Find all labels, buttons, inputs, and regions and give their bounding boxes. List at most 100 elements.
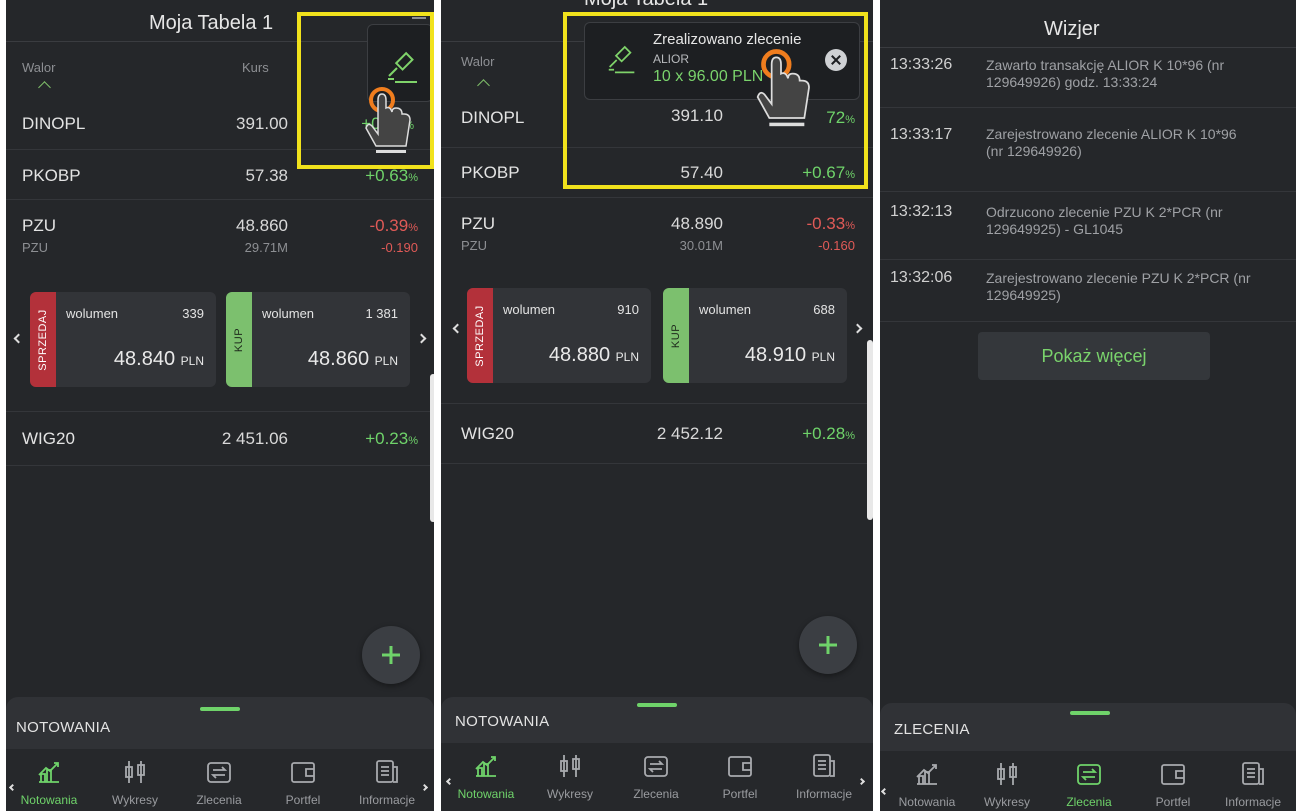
row-symbol: PZU bbox=[22, 216, 56, 235]
orderbook-next-icon[interactable] bbox=[852, 323, 863, 334]
candlestick-icon bbox=[125, 761, 145, 783]
bottom-sheet[interactable]: NOTOWANIA Notowania Wykresy Zlecenia Por… bbox=[441, 697, 873, 811]
show-more-button[interactable]: Pokaż więcej bbox=[978, 332, 1210, 380]
news-icon bbox=[1242, 762, 1264, 785]
bottom-nav: Notowania Wykresy Zlecenia Portfel Infor… bbox=[880, 751, 1296, 811]
column-header-kurs[interactable]: Kurs bbox=[242, 60, 269, 75]
sheet-handle[interactable] bbox=[200, 707, 240, 711]
nav-informacje[interactable]: Informacje bbox=[344, 749, 430, 811]
row-price: 2 452.12 bbox=[656, 424, 723, 443]
screen-notowania-notification: Moja Tabela 1 Walor DINOPL 391.10 72% PK… bbox=[441, 0, 873, 811]
nav-zlecenia[interactable]: Zlecenia bbox=[1046, 751, 1132, 811]
volume-label: wolumen bbox=[699, 302, 752, 317]
row-change-abs: -0.190 bbox=[381, 240, 418, 255]
row-change: +0.28% bbox=[802, 424, 855, 443]
hand-pointer-icon bbox=[756, 49, 810, 127]
page-title: Moja Tabela 1 bbox=[584, 0, 708, 11]
transfer-icon bbox=[207, 762, 231, 783]
row-volume: 29.71M bbox=[244, 240, 288, 255]
event-row[interactable]: 13:33:17 Zarejestrowano zlecenie ALIOR K… bbox=[880, 108, 1296, 192]
event-time: 13:32:06 bbox=[890, 269, 953, 286]
nav-portfel[interactable]: Portfel bbox=[697, 743, 783, 805]
sheet-label: NOTOWANIA bbox=[16, 719, 111, 736]
event-row[interactable]: 13:32:13 Odrzucono zlecenie PZU K 2*PCR … bbox=[880, 192, 1296, 260]
table-row[interactable]: WIG20 2 452.12 +0.28% bbox=[441, 404, 873, 464]
chart-line-icon bbox=[916, 764, 937, 785]
add-plus-icon[interactable] bbox=[362, 626, 420, 684]
transfer-icon bbox=[1077, 764, 1101, 785]
news-icon bbox=[376, 760, 398, 783]
orderbook-next-icon[interactable] bbox=[416, 333, 427, 344]
nav-notowania[interactable]: Notowania bbox=[443, 743, 529, 805]
row-change: -0.33% bbox=[806, 214, 855, 233]
column-header-walor[interactable]: Walor bbox=[461, 54, 494, 69]
nav-zlecenia[interactable]: Zlecenia bbox=[613, 743, 699, 805]
nav-notowania[interactable]: Notowania bbox=[6, 749, 92, 811]
sell-offer-card[interactable]: SPRZEDAJ wolumen 910 48.880 PLN bbox=[467, 288, 651, 383]
top-bar: Wizjer bbox=[880, 0, 1296, 48]
volume-label: wolumen bbox=[66, 306, 119, 321]
row-change-abs: -0.160 bbox=[818, 238, 855, 253]
nav-informacje[interactable]: Informacje bbox=[1210, 751, 1296, 811]
sheet-handle[interactable] bbox=[1070, 711, 1110, 715]
nav-portfel[interactable]: Portfel bbox=[260, 749, 346, 811]
sell-side-tag: SPRZEDAJ bbox=[467, 288, 493, 383]
add-plus-icon[interactable] bbox=[799, 616, 857, 674]
orderbook-prev-icon[interactable] bbox=[13, 333, 24, 344]
chart-line-icon bbox=[475, 756, 496, 777]
nav-informacje[interactable]: Informacje bbox=[781, 743, 867, 805]
row-symbol: WIG20 bbox=[22, 429, 75, 448]
event-text: Zarejestrowano zlecenie PZU K 2*PCR (nr … bbox=[986, 270, 1251, 303]
sort-chevron-icon[interactable] bbox=[477, 79, 490, 92]
sell-price: 48.880 PLN bbox=[548, 344, 639, 366]
row-symbol: DINOPL bbox=[22, 114, 86, 133]
nav-zlecenia[interactable]: Zlecenia bbox=[176, 749, 262, 811]
volume-label: wolumen bbox=[503, 302, 556, 317]
bottom-sheet[interactable]: ZLECENIA Notowania Wykresy Zlecenia Port… bbox=[880, 703, 1296, 811]
sell-price: 48.840 PLN bbox=[113, 348, 204, 370]
event-row[interactable]: 13:33:26 Zawarto transakcję ALIOR K 10*9… bbox=[880, 48, 1296, 108]
scrollbar[interactable] bbox=[867, 340, 873, 520]
candlestick-icon bbox=[560, 755, 580, 777]
table-row-expanded[interactable]: PZU PZU 48.890 30.01M -0.33% -0.160 SPRZ… bbox=[441, 198, 873, 404]
row-change: +0.23% bbox=[365, 429, 418, 448]
buy-offer-card[interactable]: KUP wolumen 1 381 48.860 PLN bbox=[226, 292, 410, 387]
sort-chevron-icon[interactable] bbox=[38, 81, 51, 94]
nav-portfel[interactable]: Portfel bbox=[1130, 751, 1216, 811]
event-time: 13:33:17 bbox=[890, 126, 953, 143]
nav-wykresy[interactable]: Wykresy bbox=[527, 743, 613, 805]
orderbook-prev-icon[interactable] bbox=[452, 323, 463, 334]
column-header-walor[interactable]: Walor bbox=[22, 60, 55, 75]
nav-wykresy[interactable]: Wykresy bbox=[964, 751, 1050, 811]
table-row-expanded[interactable]: PZU PZU 48.860 29.71M -0.39% -0.190 SPRZ… bbox=[6, 200, 434, 412]
buy-offer-card[interactable]: KUP wolumen 688 48.910 PLN bbox=[663, 288, 847, 383]
sheet-label: NOTOWANIA bbox=[455, 713, 550, 730]
row-subtitle: PZU bbox=[22, 240, 48, 255]
news-icon bbox=[813, 754, 835, 777]
volume-value: 339 bbox=[182, 306, 204, 321]
wallet-icon bbox=[728, 756, 752, 777]
hand-pointer-icon bbox=[365, 87, 411, 153]
nav-wykresy[interactable]: Wykresy bbox=[92, 749, 178, 811]
sheet-handle[interactable] bbox=[637, 703, 677, 707]
transfer-icon bbox=[644, 756, 668, 777]
row-symbol: WIG20 bbox=[461, 424, 514, 443]
sheet-label: ZLECENIA bbox=[894, 721, 970, 738]
wallet-icon bbox=[1161, 764, 1185, 785]
row-change: +0.63% bbox=[365, 166, 418, 185]
scrollbar[interactable] bbox=[430, 374, 434, 522]
row-price: 48.860 bbox=[236, 216, 288, 235]
event-row[interactable]: 13:32:06 Zarejestrowano zlecenie PZU K 2… bbox=[880, 260, 1296, 322]
buy-price: 48.910 PLN bbox=[744, 344, 835, 366]
event-text: Odrzucono zlecenie PZU K 2*PCR (nr 12964… bbox=[986, 204, 1223, 237]
buy-side-tag: KUP bbox=[663, 288, 689, 383]
table-row[interactable]: WIG20 2 451.06 +0.23% bbox=[6, 412, 434, 466]
sell-offer-card[interactable]: SPRZEDAJ wolumen 339 48.840 PLN bbox=[30, 292, 216, 387]
page-title: Wizjer bbox=[1044, 18, 1100, 40]
row-symbol: PZU bbox=[461, 214, 495, 233]
sell-side-tag: SPRZEDAJ bbox=[30, 292, 56, 387]
chart-line-icon bbox=[38, 762, 59, 783]
bottom-sheet[interactable]: NOTOWANIA Notowania Wykresy Zlecenia Por… bbox=[6, 697, 434, 811]
nav-notowania[interactable]: Notowania bbox=[884, 751, 970, 811]
wallet-icon bbox=[291, 762, 315, 783]
